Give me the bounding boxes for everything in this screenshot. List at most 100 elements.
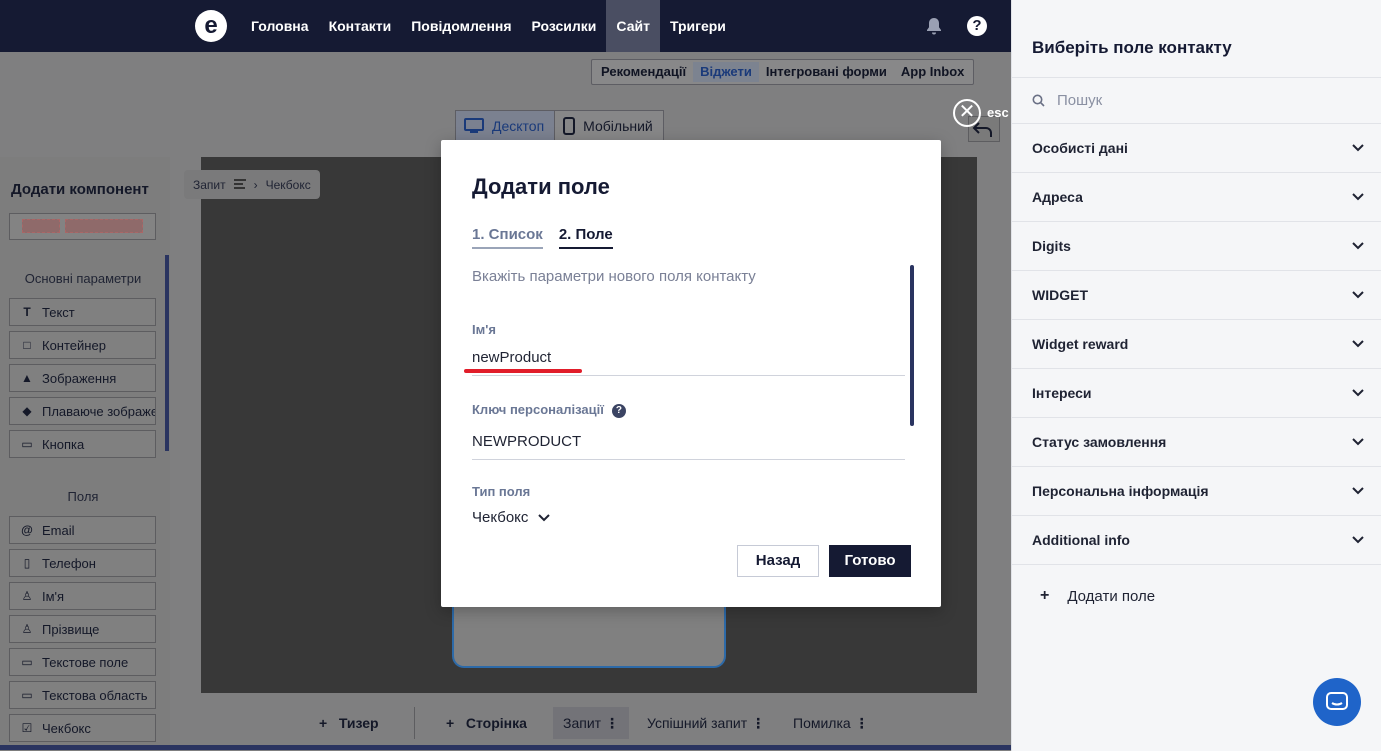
group-label: Адреса: [1032, 189, 1083, 205]
key-label-text: Ключ персоналізації: [472, 402, 604, 417]
field-phone[interactable]: ▯ Телефон: [9, 549, 156, 577]
component-preview-stub[interactable]: [9, 213, 156, 240]
dialog-steps: 1. Список 2. Поле: [472, 226, 613, 249]
group-label: WIDGET: [1032, 287, 1088, 303]
panel-title: Виберіть поле контакту: [1032, 38, 1232, 57]
more-icon[interactable]: ⋮: [605, 715, 619, 731]
component-container[interactable]: □ Контейнер: [9, 331, 156, 359]
tab-recommendations[interactable]: Рекомендації: [594, 62, 693, 82]
request-label: Запит: [563, 715, 602, 731]
desktop-tab[interactable]: Десктоп: [456, 111, 555, 141]
group-widget-reward[interactable]: Widget reward: [1012, 320, 1381, 369]
more-icon[interactable]: ⋮: [855, 715, 869, 731]
field-email[interactable]: @ Email: [9, 516, 156, 544]
square-icon: □: [23, 338, 31, 352]
tab-integrated-forms[interactable]: Інтегровані форми: [759, 62, 894, 82]
breadcrumb-separator: ›: [253, 177, 258, 192]
field-text-input[interactable]: ▭ Текстове поле: [9, 648, 156, 676]
image-icon: ▲: [21, 371, 33, 385]
nav-item-mailings[interactable]: Розсилки: [522, 0, 607, 52]
chevron-down-icon: [538, 513, 551, 521]
search-placeholder: Пошук: [1057, 92, 1103, 109]
group-additional-info[interactable]: Additional info: [1012, 516, 1381, 565]
bell-icon[interactable]: [924, 16, 944, 36]
group-personal-data[interactable]: Особисті дані: [1012, 124, 1381, 173]
nav-item-site[interactable]: Сайт: [606, 0, 660, 52]
field-label: Ім'я: [42, 588, 65, 604]
field-type-label: Тип поля: [472, 484, 531, 499]
help-icon[interactable]: ?: [611, 403, 626, 418]
help-icon[interactable]: ?: [967, 16, 987, 36]
component-image[interactable]: ▲ Зображення: [9, 364, 156, 392]
field-label: Текстове поле: [42, 654, 129, 670]
group-address[interactable]: Адреса: [1012, 173, 1381, 222]
left-panel-scrollbar[interactable]: [165, 255, 169, 451]
button-icon: ▭: [21, 437, 33, 451]
chevron-down-icon: [1352, 438, 1364, 446]
desktop-tab-label: Десктоп: [492, 118, 545, 134]
component-label: Текст: [42, 304, 75, 320]
field-label: Телефон: [42, 555, 96, 571]
add-component-panel: Додати компонент Основні параметри T Текс…: [0, 157, 170, 751]
mobile-tab[interactable]: Мобільний: [554, 111, 663, 141]
add-teaser-button[interactable]: + Тизер: [309, 707, 389, 739]
desktop-icon: [464, 118, 484, 133]
group-widget[interactable]: WIDGET: [1012, 271, 1381, 320]
field-label: Чекбокс: [42, 720, 91, 736]
chevron-down-icon: [1352, 536, 1364, 544]
page-label: Сторінка: [465, 715, 527, 731]
done-button[interactable]: Готово: [829, 545, 911, 577]
search-field[interactable]: Пошук: [1012, 77, 1381, 124]
component-button[interactable]: ▭ Кнопка: [9, 430, 156, 458]
error-label: Помилка: [793, 715, 851, 731]
dialog-scrollbar[interactable]: [910, 265, 914, 426]
field-checkbox[interactable]: ☑ Чекбокс: [9, 714, 156, 742]
component-text[interactable]: T Текст: [9, 298, 156, 326]
back-button[interactable]: Назад: [737, 545, 819, 577]
field-type-select[interactable]: Чекбокс: [472, 509, 551, 526]
nav-item-contacts[interactable]: Контакти: [319, 0, 402, 52]
nav-item-messages[interactable]: Повідомлення: [401, 0, 521, 52]
close-icon[interactable]: ✕: [953, 99, 981, 127]
group-digits[interactable]: Digits: [1012, 222, 1381, 271]
field-text-area[interactable]: ▭ Текстова область: [9, 681, 156, 709]
chevron-down-icon: [1352, 291, 1364, 299]
chevron-down-icon: [1352, 389, 1364, 397]
step-list[interactable]: 1. Список: [472, 226, 543, 249]
tab-app-inbox[interactable]: App Inbox: [894, 62, 972, 82]
app-logo[interactable]: e: [195, 10, 227, 42]
mobile-icon: [563, 117, 576, 135]
breadcrumb-request[interactable]: Запит: [193, 178, 226, 192]
field-last-name[interactable]: ♙ Прізвище: [9, 615, 156, 643]
group-label: Additional info: [1032, 532, 1130, 548]
section-fields: Поля: [67, 489, 99, 504]
widget-preview-card[interactable]: [452, 600, 726, 668]
group-label: Digits: [1032, 238, 1071, 254]
step-request[interactable]: Запит ⋮: [553, 707, 629, 739]
field-first-name[interactable]: ♙ Ім'я: [9, 582, 156, 610]
add-page-button[interactable]: + Сторінка: [436, 707, 537, 739]
group-interests[interactable]: Інтереси: [1012, 369, 1381, 418]
input-icon: ▭: [21, 655, 33, 669]
personalization-key-input[interactable]: NEWPRODUCT: [472, 430, 905, 460]
nav-item-home[interactable]: Головна: [241, 0, 319, 52]
teaser-label: Тизер: [338, 715, 379, 731]
group-label: Особисті дані: [1032, 140, 1128, 156]
group-order-status[interactable]: Статус замовлення: [1012, 418, 1381, 467]
more-icon[interactable]: ⋮: [751, 715, 765, 731]
chevron-down-icon: [1352, 242, 1364, 250]
tab-widgets[interactable]: Віджети: [693, 62, 759, 82]
contact-field-panel: Виберіть поле контакту Пошук Особисті да…: [1011, 0, 1381, 751]
add-field-button[interactable]: + Додати поле: [1040, 587, 1155, 605]
step-success[interactable]: Успішний запит ⋮: [637, 707, 775, 739]
chat-widget-button[interactable]: [1313, 678, 1361, 726]
chevron-down-icon: [1352, 193, 1364, 201]
component-floating-image[interactable]: ◆ Плаваюче зображення: [9, 397, 156, 425]
nav-item-triggers[interactable]: Тригери: [660, 0, 736, 52]
text-icon: T: [23, 305, 31, 319]
step-field[interactable]: 2. Поле: [558, 226, 613, 249]
step-bar: + Тизер + Сторінка Запит ⋮ Успішний запи…: [171, 693, 1011, 751]
group-personal-info[interactable]: Персональна інформація: [1012, 467, 1381, 516]
breadcrumb-checkbox[interactable]: Чекбокс: [266, 178, 311, 192]
step-error[interactable]: Помилка ⋮: [783, 707, 879, 739]
